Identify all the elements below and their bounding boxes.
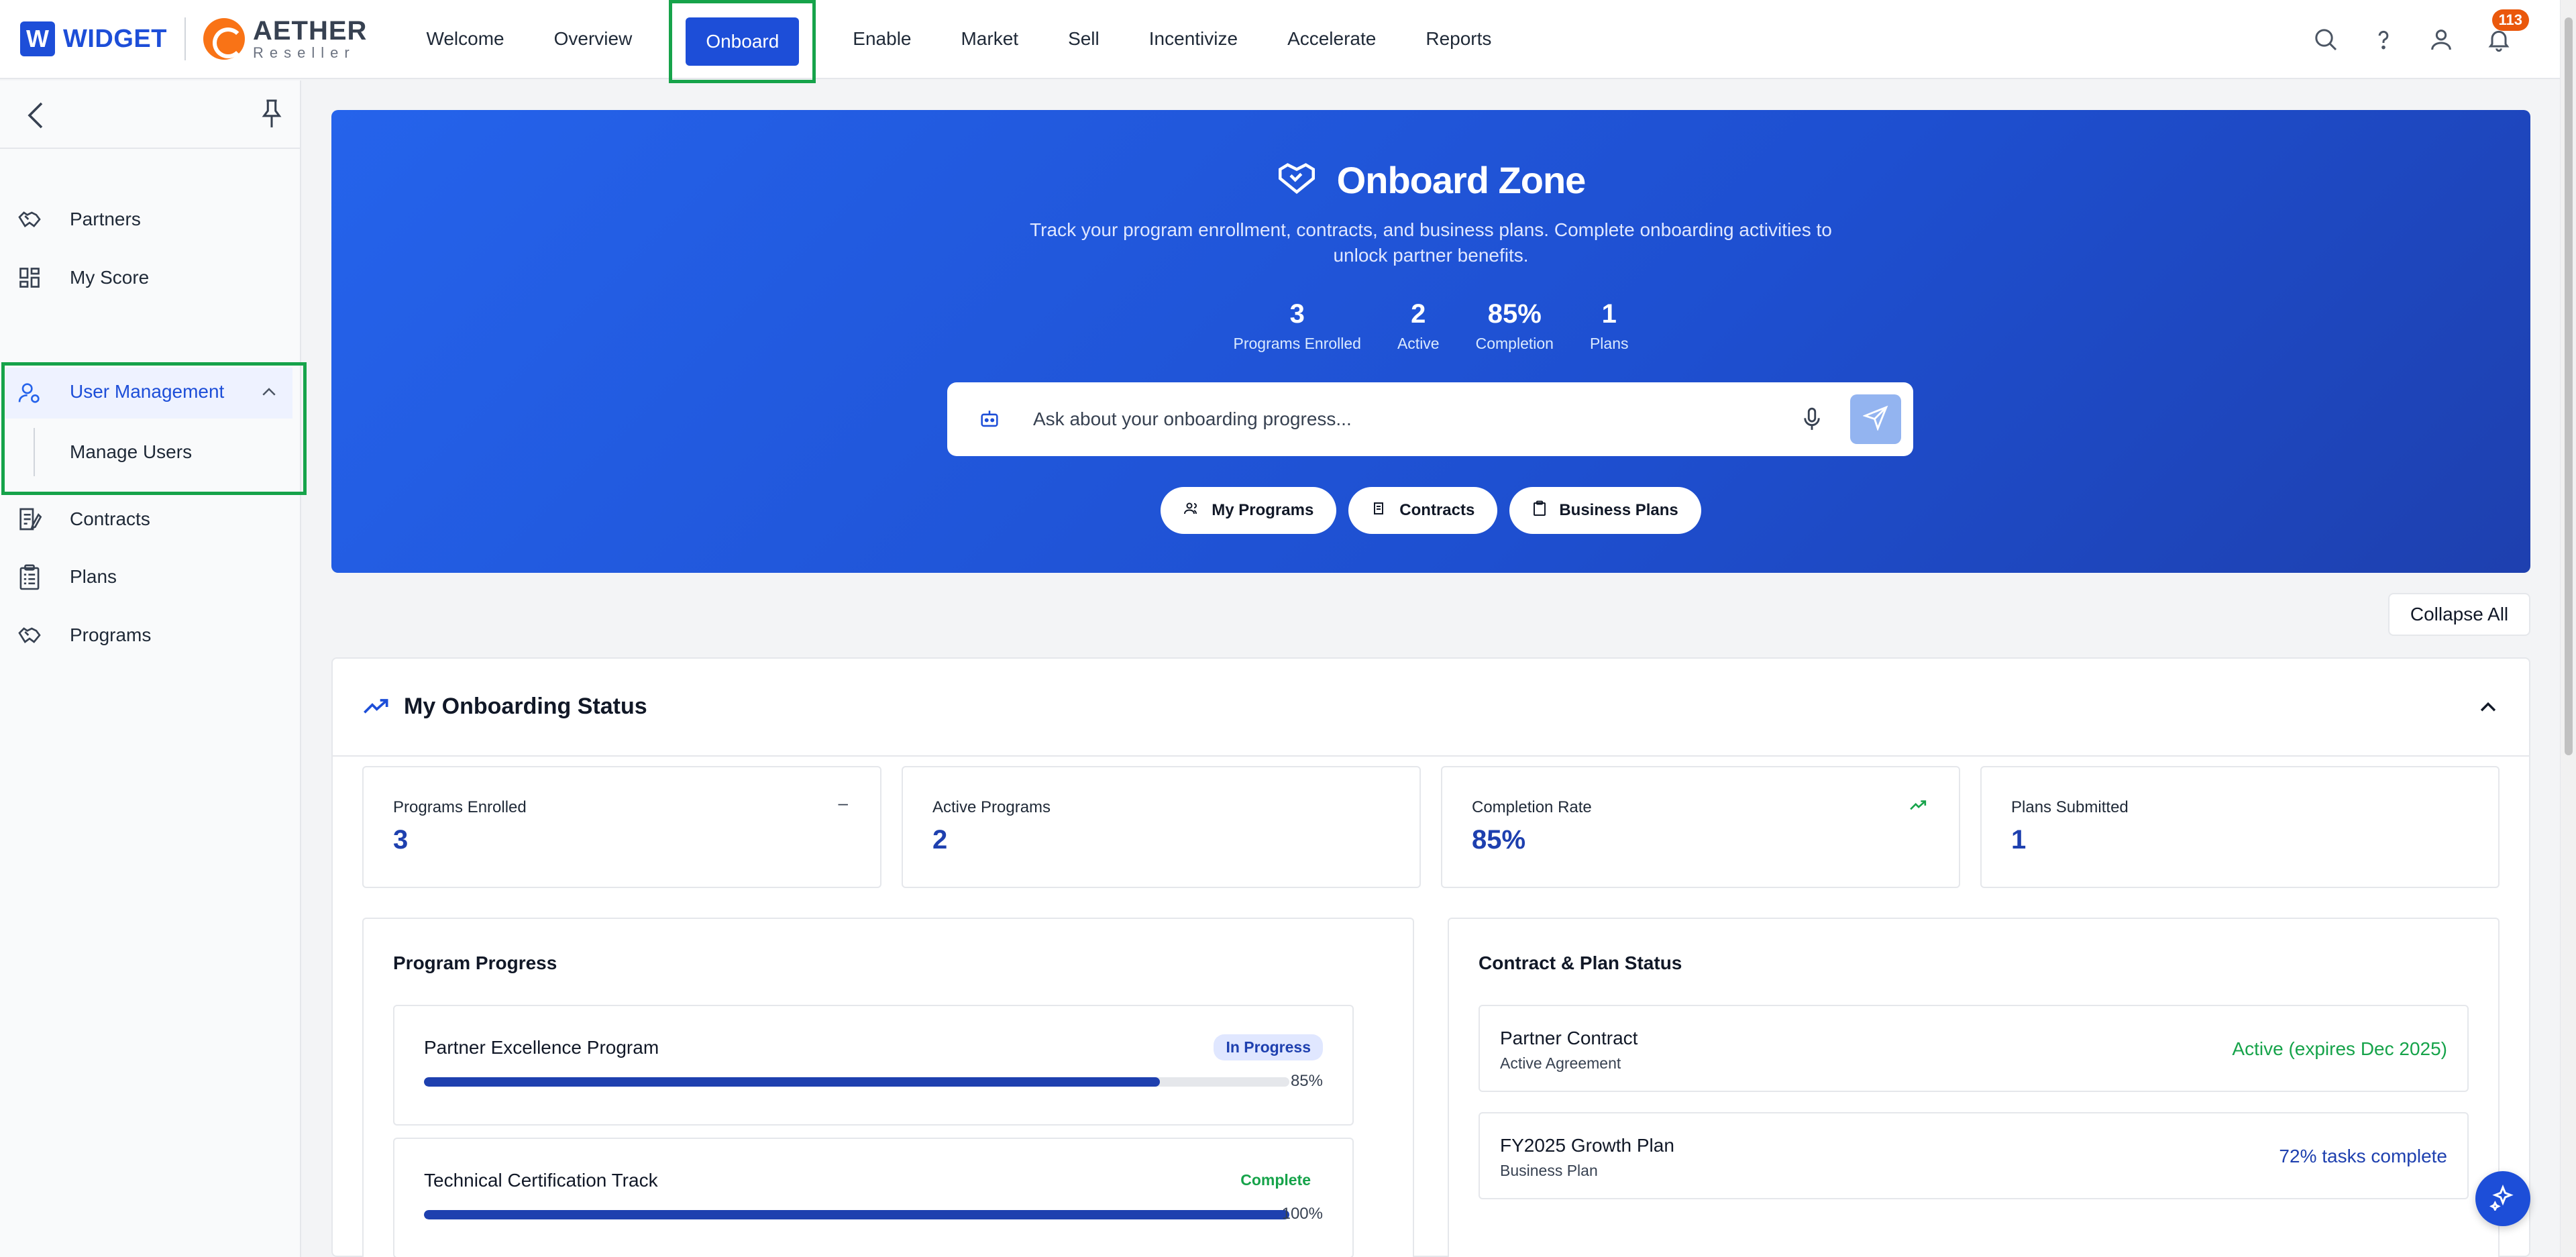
pin-icon[interactable] [259, 98, 284, 132]
onboard-hero: Onboard Zone Track your program enrollme… [331, 110, 2530, 573]
sidebar-item-plans[interactable]: Plans [0, 553, 301, 600]
program-item[interactable]: Technical Certification Track Complete 1… [393, 1138, 1354, 1257]
program-item[interactable]: Partner Excellence Program In Progress 8… [393, 1005, 1354, 1126]
clipboard-icon [1532, 500, 1547, 521]
scrollbar-thumb[interactable] [2565, 17, 2573, 755]
contract-plan-panel: Contract & Plan Status Partner Contract … [1448, 918, 2500, 1257]
handshake-icon [1277, 160, 1317, 200]
collapse-sidebar-icon[interactable] [24, 101, 48, 133]
aether-wordmark: AETHER Reseller [252, 16, 368, 61]
bot-icon [978, 408, 1001, 434]
search-icon[interactable] [2312, 25, 2340, 54]
nav-enable[interactable]: Enable [828, 0, 936, 78]
user-icon[interactable] [2427, 25, 2455, 54]
nav-accelerate[interactable]: Accelerate [1263, 0, 1401, 78]
nav-sell[interactable]: Sell [1043, 0, 1124, 78]
nav-onboard[interactable]: Onboard [686, 17, 800, 66]
microphone-icon[interactable] [1801, 406, 1823, 435]
status-badge: Complete [1240, 1171, 1311, 1189]
status-title: My Onboarding Status [404, 694, 647, 719]
chip-my-programs[interactable]: My Programs [1161, 487, 1337, 534]
programs-icon [16, 622, 43, 649]
ask-bar [947, 382, 1913, 456]
clipboard-icon [16, 563, 43, 590]
send-icon [1862, 405, 1888, 434]
metric-programs-enrolled: Programs Enrolled 3 – [362, 766, 881, 888]
nav-incentivize[interactable]: Incentivize [1124, 0, 1263, 78]
program-progress-panel: Program Progress Partner Excellence Prog… [362, 918, 1414, 1257]
stat-plans: 1 Plans [1589, 299, 1629, 352]
trend-up-icon [1909, 797, 1927, 818]
collapse-all-button[interactable]: Collapse All [2388, 593, 2530, 636]
onboarding-status-card: My Onboarding Status Programs Enrolled 3… [331, 657, 2530, 1257]
hero-title: Onboard Zone [1336, 159, 1587, 201]
sidebar-header [0, 80, 300, 149]
chip-business-plans[interactable]: Business Plans [1509, 487, 1701, 534]
hero-stats: 3 Programs Enrolled 2 Active 85% Complet… [331, 299, 2530, 353]
brand-divider [184, 17, 186, 60]
dashboard-icon [16, 264, 43, 291]
progress-fill [424, 1210, 1289, 1219]
aether-logo [203, 18, 245, 60]
ai-assistant-button[interactable] [2475, 1171, 2530, 1226]
hero-description: Track your program enrollment, contracts… [1030, 219, 1832, 266]
bell-icon[interactable]: 113 [2485, 9, 2529, 54]
stat-active: 2 Active [1397, 299, 1440, 352]
progress-bar [424, 1210, 1289, 1219]
nav-overview[interactable]: Overview [529, 0, 657, 78]
hero-title-row: Onboard Zone [331, 158, 2530, 202]
status-badge: In Progress [1214, 1034, 1323, 1060]
sidebar: Partners My Score User Management Manage… [0, 80, 307, 1257]
partners-icon [16, 206, 43, 233]
scroll-icon [1371, 500, 1387, 521]
stat-programs-enrolled: 3 Programs Enrolled [1233, 299, 1361, 352]
progress-fill [424, 1077, 1160, 1087]
trending-up-icon [362, 694, 389, 724]
user-management-highlight [1, 362, 307, 495]
sidebar-item-partners[interactable]: Partners [0, 196, 301, 243]
contract-icon [16, 506, 43, 533]
plan-status: 72% tasks complete [2279, 1146, 2447, 1166]
metric-completion-rate: Completion Rate 85% [1441, 766, 1960, 888]
send-button[interactable] [1850, 394, 1901, 444]
nav-market[interactable]: Market [936, 0, 1043, 78]
contract-status: Active (expires Dec 2025) [2232, 1038, 2447, 1059]
nav-reports[interactable]: Reports [1401, 0, 1516, 78]
main-nav: Welcome Overview Onboard Enable Market S… [407, 0, 1516, 83]
widget-logo: W [20, 21, 55, 56]
chevron-up-icon[interactable] [2477, 696, 2500, 722]
plan-item[interactable]: FY2025 Growth Plan Business Plan 72% tas… [1479, 1112, 2469, 1199]
users-icon [1183, 500, 1199, 521]
sidebar-item-my-score[interactable]: My Score [0, 254, 301, 301]
ask-input[interactable] [1033, 402, 1771, 436]
nav-onboard-highlight: Onboard [669, 0, 816, 83]
metric-active-programs: Active Programs 2 [902, 766, 1421, 888]
chip-contracts[interactable]: Contracts [1348, 487, 1498, 534]
stat-completion: 85% Completion [1475, 299, 1554, 352]
help-icon[interactable] [2369, 25, 2398, 54]
metric-plans-submitted: Plans Submitted 1 [1980, 766, 2500, 888]
quick-chips: My Programs Contracts Business Plans [331, 487, 2530, 534]
neutral-indicator: – [838, 793, 848, 813]
top-actions: 113 [2312, 0, 2529, 79]
notification-badge: 113 [2491, 9, 2529, 31]
nav-welcome[interactable]: Welcome [407, 0, 529, 78]
progress-bar [424, 1077, 1289, 1087]
top-navbar: W WIDGET AETHER Reseller Welcome Overvie… [0, 0, 2560, 83]
sidebar-item-programs[interactable]: Programs [0, 612, 301, 659]
sparkle-icon [2489, 1184, 2516, 1214]
contract-item[interactable]: Partner Contract Active Agreement Active… [1479, 1005, 2469, 1092]
page-scrollbar[interactable] [2560, 0, 2576, 1257]
status-header[interactable]: My Onboarding Status [333, 659, 2529, 757]
widget-name: WIDGET [63, 24, 167, 53]
brand[interactable]: W WIDGET AETHER Reseller [20, 17, 367, 60]
sidebar-item-contracts[interactable]: Contracts [0, 496, 301, 543]
